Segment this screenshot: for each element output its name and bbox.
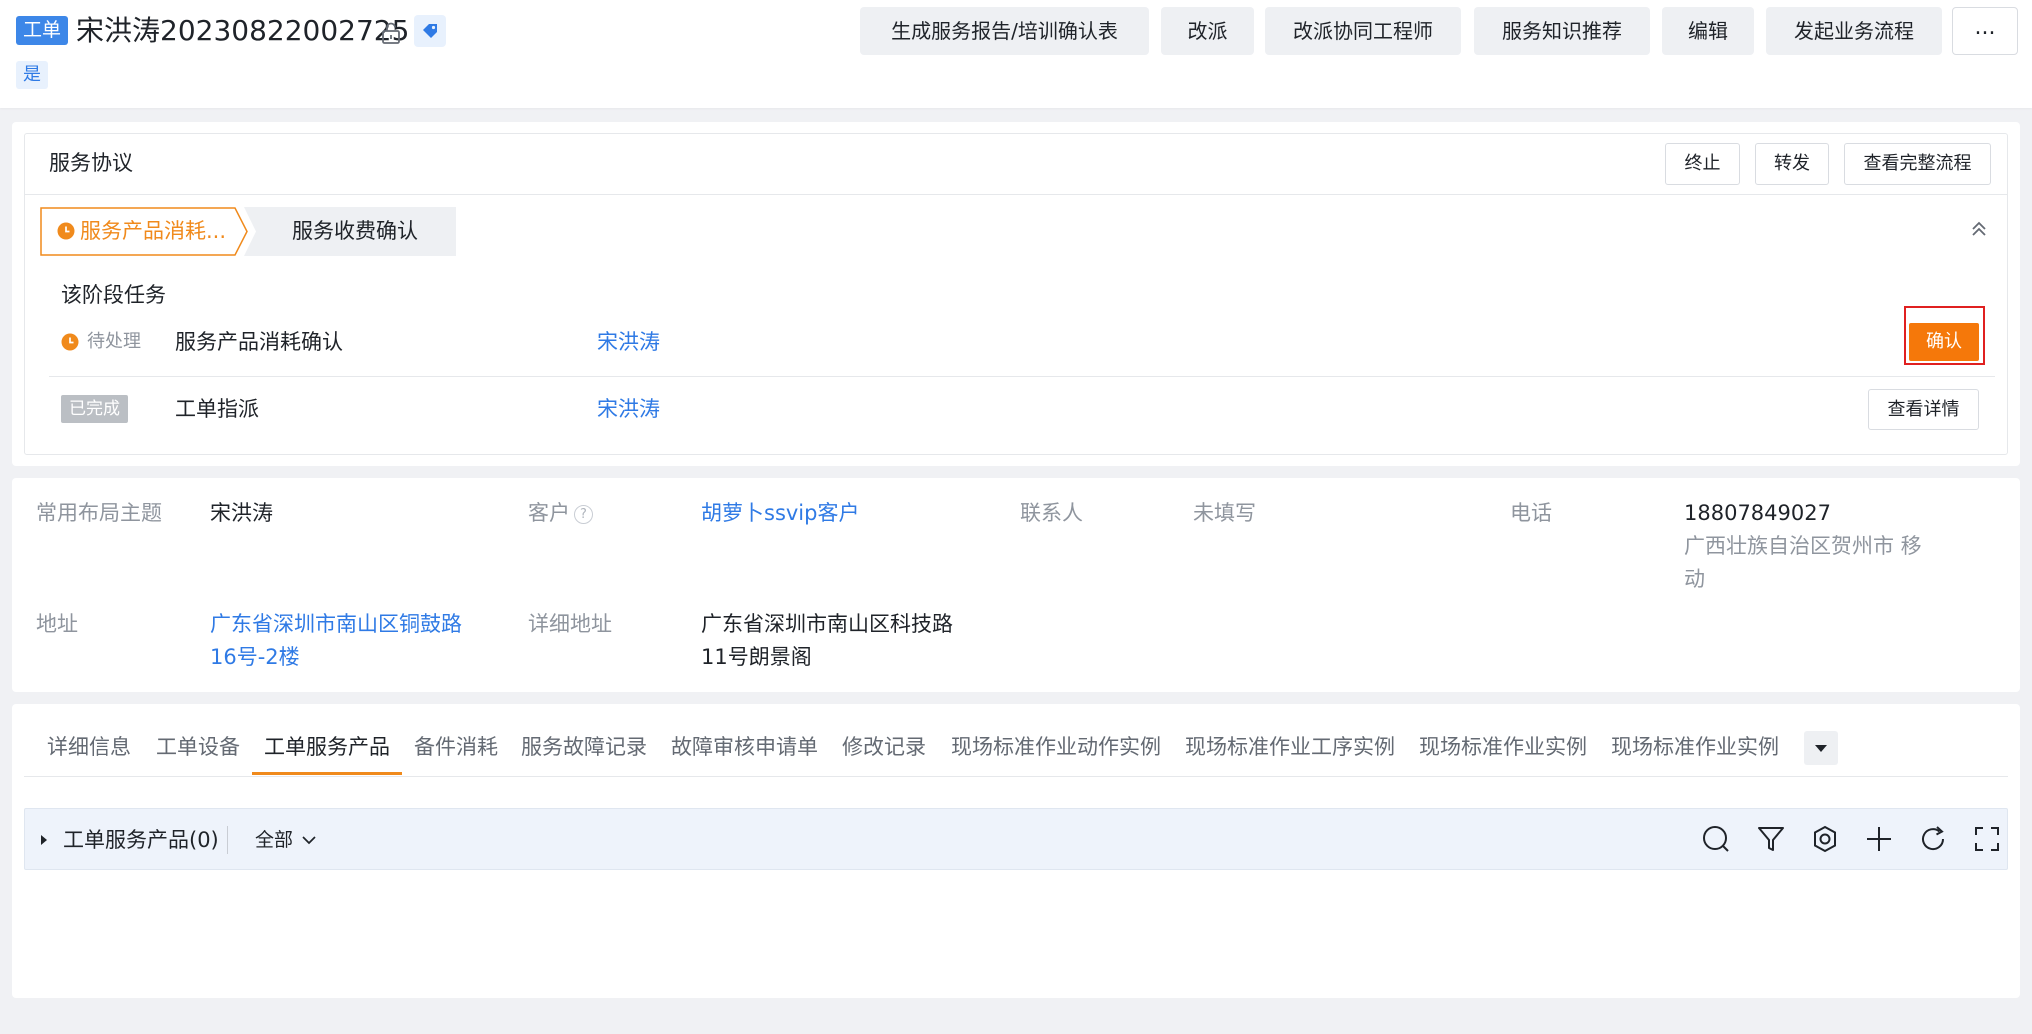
unlock-icon[interactable]: [378, 20, 404, 46]
tab-change-log[interactable]: 修改记录: [842, 731, 926, 763]
tab-fault-review[interactable]: 故障审核申请单: [671, 731, 818, 763]
divider: [24, 776, 2008, 777]
forward-button[interactable]: 转发: [1755, 143, 1829, 185]
expand-caret-icon[interactable]: [38, 832, 50, 846]
plus-icon[interactable]: [1864, 824, 1894, 854]
layout-theme-label: 常用布局主题: [36, 501, 162, 525]
tab-details[interactable]: 详细信息: [47, 731, 131, 763]
customer-label: 客户?: [528, 497, 593, 530]
tab-sop-action-instances[interactable]: 现场标准作业动作实例: [951, 731, 1161, 763]
more-actions-button[interactable]: ...: [1952, 7, 2018, 55]
stage-tasks-title: 该阶段任务: [61, 283, 166, 307]
divider: [25, 194, 2007, 195]
address-label: 地址: [36, 612, 78, 636]
divider: [227, 826, 228, 854]
record-type-tag: 工单: [16, 16, 69, 45]
phone-label: 电话: [1510, 501, 1552, 525]
service-items-title: 工单服务产品(0): [63, 828, 219, 852]
active-tab-indicator: [252, 772, 402, 775]
tabs-more-dropdown[interactable]: [1804, 731, 1838, 765]
step-label-next: 服务收费确认: [292, 219, 418, 243]
fullscreen-icon[interactable]: [1972, 824, 2002, 854]
label-tag-icon[interactable]: [414, 15, 446, 47]
start-flow-button[interactable]: 发起业务流程: [1766, 7, 1942, 55]
step-label-active: 服务产品消耗...: [80, 219, 227, 243]
filter-select[interactable]: 全部: [255, 824, 293, 856]
chevron-down-icon[interactable]: [300, 832, 318, 848]
task-assignee-link[interactable]: 宋洪涛: [597, 327, 660, 357]
task-status-done: 已完成: [61, 395, 128, 423]
tab-service-products[interactable]: 工单服务产品: [264, 731, 390, 763]
tab-fault-records[interactable]: 服务故障记录: [521, 731, 647, 763]
clock-icon: [61, 333, 79, 351]
detail-address-label: 详细地址: [528, 612, 612, 636]
edit-button[interactable]: 编辑: [1662, 7, 1754, 55]
generate-report-button[interactable]: 生成服务报告/培训确认表: [860, 7, 1149, 55]
help-icon[interactable]: ?: [574, 505, 593, 524]
collapse-up-icon[interactable]: [1968, 218, 1990, 240]
caret-down-icon: [1815, 745, 1827, 752]
divider: [49, 376, 1995, 377]
tab-sop-instances-2[interactable]: 现场标准作业实例: [1611, 731, 1779, 763]
task-name: 服务产品消耗确认: [175, 330, 343, 354]
view-full-flow-button[interactable]: 查看完整流程: [1844, 143, 1991, 185]
view-details-button[interactable]: 查看详情: [1868, 389, 1979, 430]
address-link[interactable]: 广东省深圳市南山区铜鼓路16号-2楼: [210, 608, 475, 674]
refresh-icon[interactable]: [1918, 824, 1948, 854]
contact-label: 联系人: [1020, 501, 1083, 525]
page-title: 宋洪涛20230822002725: [76, 14, 410, 47]
terminate-button[interactable]: 终止: [1665, 143, 1740, 185]
task-name: 工单指派: [175, 397, 259, 421]
yes-badge: 是: [16, 61, 48, 89]
tab-equipment[interactable]: 工单设备: [156, 731, 240, 763]
reassign-engineer-button[interactable]: 改派协同工程师: [1265, 7, 1461, 55]
layout-theme-value: 宋洪涛: [210, 501, 273, 525]
search-icon[interactable]: [1701, 824, 1731, 854]
detail-address-value: 广东省深圳市南山区科技路11号朗景阁: [701, 612, 953, 669]
tab-sop-instances[interactable]: 现场标准作业实例: [1419, 731, 1587, 763]
contact-value: 未填写: [1193, 501, 1256, 525]
phone-location: 广西壮族自治区贺州市 移动: [1684, 534, 1922, 591]
agreement-title: 服务协议: [49, 151, 133, 175]
tab-sop-process-instances[interactable]: 现场标准作业工序实例: [1185, 731, 1395, 763]
customer-label-text: 客户: [528, 501, 570, 525]
reassign-button[interactable]: 改派: [1161, 7, 1254, 55]
customer-link[interactable]: 胡萝卜ssvip客户: [701, 497, 859, 530]
phone-value: 18807849027: [1684, 501, 1831, 525]
tab-parts-consumption[interactable]: 备件消耗: [414, 731, 498, 763]
confirm-button[interactable]: 确认: [1909, 323, 1979, 361]
task-assignee-link[interactable]: 宋洪涛: [597, 394, 660, 424]
settings-icon[interactable]: [1810, 824, 1840, 854]
task-status-pending: 待处理: [87, 331, 141, 352]
knowledge-recommend-button[interactable]: 服务知识推荐: [1474, 7, 1650, 55]
clock-icon: [57, 222, 75, 240]
filter-icon[interactable]: [1756, 824, 1786, 854]
